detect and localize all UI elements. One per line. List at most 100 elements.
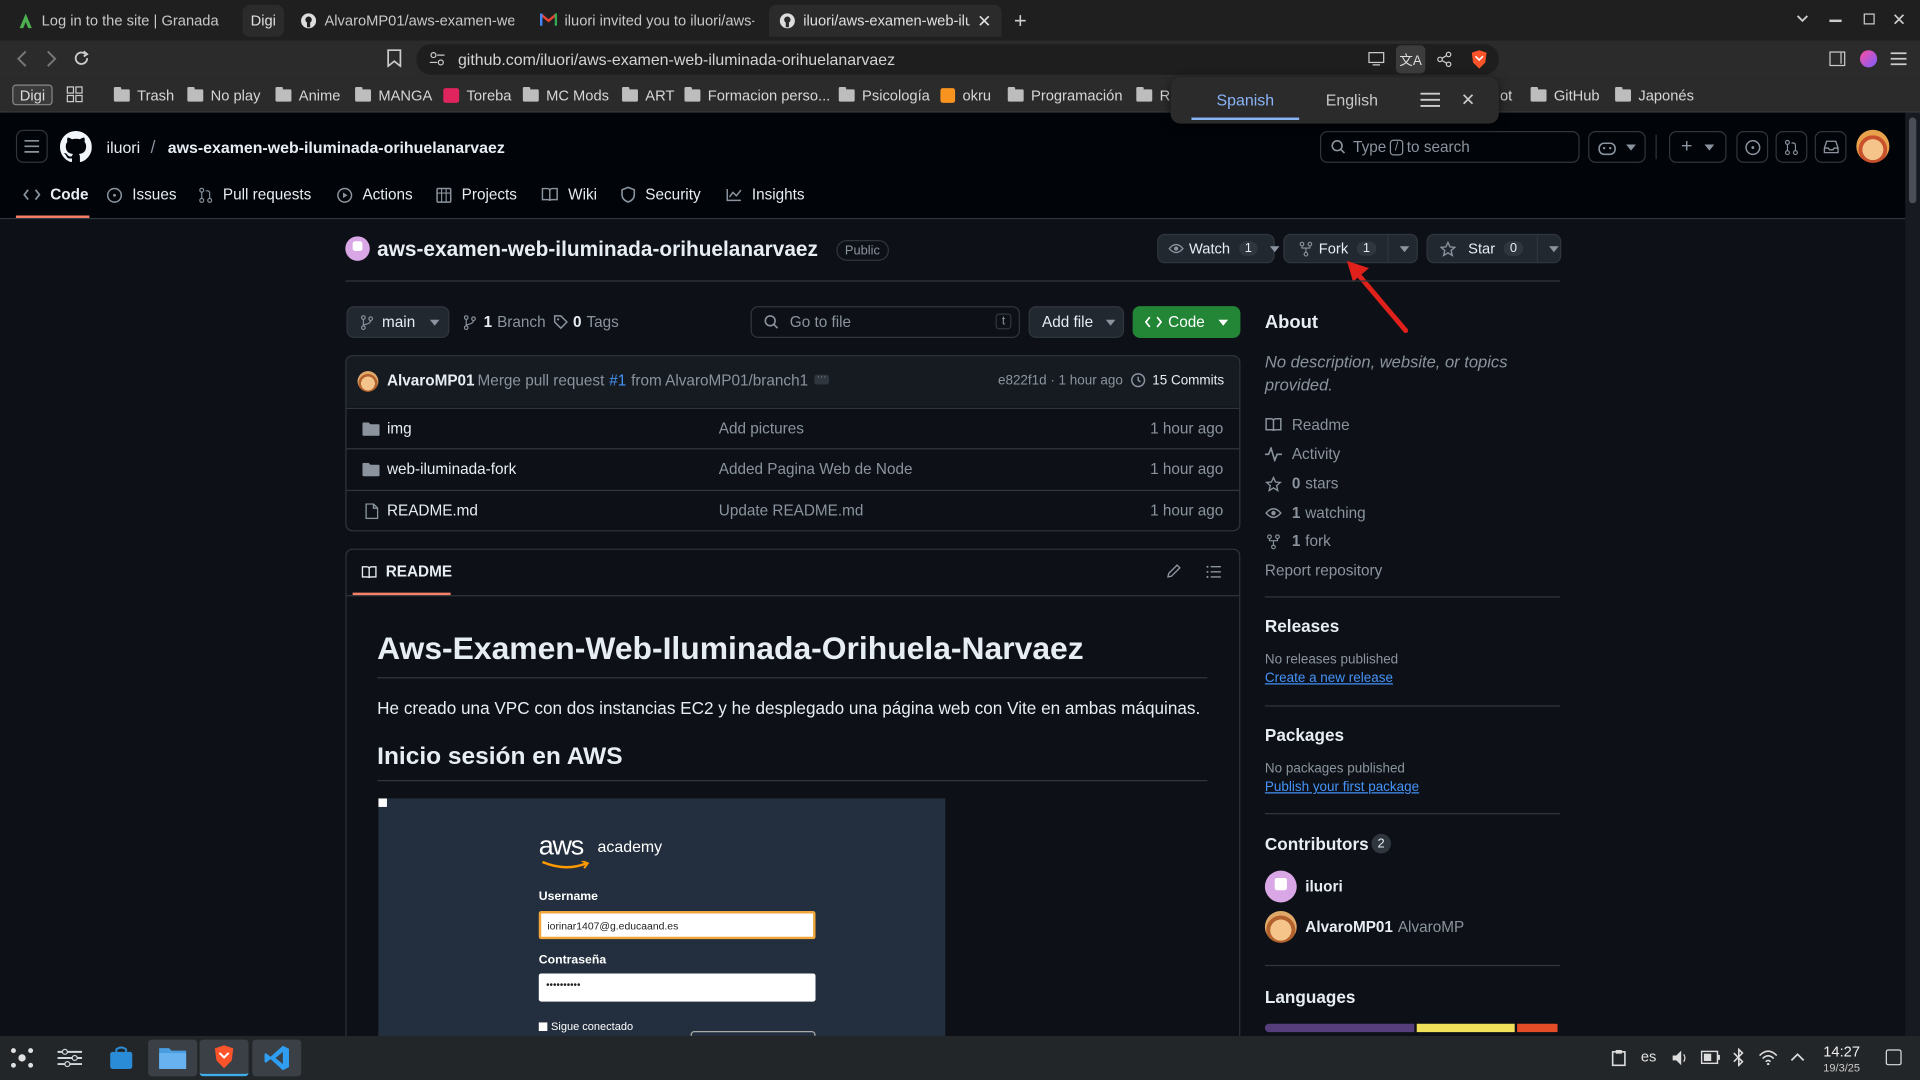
create-release-link[interactable]: Create a new release — [1265, 671, 1393, 686]
file-name[interactable]: img — [387, 420, 412, 437]
bookmark-folder[interactable]: ot — [1500, 84, 1512, 106]
file-name[interactable]: web-iluminada-fork — [387, 460, 516, 477]
browser-tab[interactable]: Log in to the site | Granada — [12, 5, 232, 37]
file-commit-message[interactable]: Added Pagina Web de Node — [719, 460, 913, 477]
list-unordered-icon[interactable] — [1206, 564, 1222, 579]
pencil-icon[interactable] — [1166, 563, 1182, 579]
tab-list-icon[interactable] — [1795, 11, 1810, 26]
tags-link[interactable]: 0 Tags — [553, 313, 619, 331]
forks-link[interactable]: 1 fork — [1265, 530, 1331, 552]
back-icon[interactable] — [15, 50, 30, 67]
translate-menu-icon[interactable] — [1420, 92, 1440, 108]
pull-requests-button[interactable] — [1775, 131, 1808, 163]
bookmark-link[interactable]: okru — [940, 84, 991, 106]
clipboard-icon[interactable] — [1611, 1049, 1626, 1067]
browser-tab-group-digi[interactable]: Digi — [242, 4, 285, 37]
scrollbar-thumb[interactable] — [1908, 117, 1917, 204]
breadcrumb-owner[interactable]: iluori — [107, 138, 141, 156]
share-icon[interactable] — [1436, 51, 1452, 68]
breadcrumb-repo[interactable]: aws-examen-web-iluminada-orihuelanarvaez — [168, 138, 505, 156]
activity-link[interactable]: Activity — [1264, 443, 1340, 465]
translate-icon[interactable]: 文A — [1395, 45, 1426, 74]
hamburger-menu-icon[interactable] — [15, 129, 48, 163]
browser-tab[interactable]: AlvaroMP01/aws-examen-web- — [300, 5, 514, 37]
bookmark-group-digi[interactable]: Digi — [12, 84, 53, 106]
bookmark-folder[interactable]: Anime — [275, 84, 340, 106]
clock-date[interactable]: 19/3/25 — [1816, 1062, 1867, 1074]
bookmark-folder[interactable]: Psicología — [838, 84, 930, 106]
maximize-icon[interactable] — [1863, 13, 1875, 25]
search-input[interactable]: Type / to search — [1320, 131, 1580, 163]
system-settings-icon[interactable] — [45, 1040, 94, 1077]
commit-message[interactable]: Merge pull request #1 from AlvaroMP01/br… — [478, 372, 809, 389]
file-commit-message[interactable]: Add pictures — [719, 420, 804, 437]
file-row[interactable]: img Add pictures 1 hour ago — [346, 407, 1240, 448]
readme-link[interactable]: Readme — [1265, 414, 1350, 436]
file-row[interactable]: web-iluminada-fork Added Pagina Web de N… — [346, 448, 1240, 488]
owner-avatar[interactable] — [345, 236, 370, 261]
show-hidden-icons-icon[interactable] — [1790, 1052, 1805, 1062]
create-new-button[interactable]: + — [1668, 131, 1727, 163]
vscode-icon[interactable] — [252, 1039, 302, 1077]
close-tab-icon[interactable]: ✕ — [977, 10, 991, 31]
commit-author-avatar[interactable] — [357, 371, 379, 392]
tab-security[interactable]: Security — [621, 185, 701, 205]
commit-hash[interactable]: e822f1d — [998, 373, 1047, 388]
tab-projects[interactable]: Projects — [436, 185, 517, 205]
bookmark-folder[interactable]: Japonés — [1615, 84, 1694, 106]
readme-screenshot[interactable]: aws academy Username iorinar1407@g.educa… — [378, 798, 946, 1044]
clock-time[interactable]: 14:27 — [1816, 1043, 1867, 1060]
commit-author[interactable]: AlvaroMP01 — [387, 372, 475, 389]
new-tab-icon[interactable]: + — [1014, 9, 1027, 35]
bookmark-link[interactable]: Toreba — [443, 84, 511, 106]
page-scrollbar[interactable] — [1905, 112, 1920, 1036]
show-desktop-icon[interactable] — [1885, 1049, 1902, 1066]
repo-title[interactable]: aws-examen-web-iluminada-orihuelanarvaez — [377, 238, 818, 262]
github-logo-icon[interactable] — [60, 131, 92, 163]
packages-title[interactable]: Packages — [1265, 725, 1344, 745]
sidebar-toggle-icon[interactable] — [1829, 51, 1846, 67]
minimize-icon[interactable] — [1829, 19, 1842, 22]
bookmark-folder[interactable]: No play — [187, 84, 260, 106]
app-launcher-icon[interactable] — [10, 1046, 34, 1070]
bookmark-folder[interactable]: Programación — [1007, 84, 1122, 106]
issues-button[interactable] — [1736, 131, 1769, 163]
tab-pull-requests[interactable]: Pull requests — [198, 185, 311, 205]
go-to-file-input[interactable]: Go to file t — [750, 306, 1020, 338]
wifi-icon[interactable] — [1758, 1049, 1778, 1066]
browser-tab-active[interactable]: iluori/aws-examen-web-ilu ✕ — [768, 4, 1002, 37]
publish-package-link[interactable]: Publish your first package — [1265, 780, 1419, 795]
code-button[interactable]: Code — [1132, 306, 1241, 338]
commits-history-link[interactable]: 15 Commits — [1130, 372, 1224, 388]
inbox-button[interactable] — [1814, 131, 1847, 163]
contributors-title[interactable]: Contributors — [1265, 834, 1369, 854]
chevron-down-icon[interactable] — [1399, 245, 1410, 252]
site-settings-icon[interactable] — [429, 51, 446, 66]
releases-title[interactable]: Releases — [1265, 616, 1339, 636]
tab-issues[interactable]: Issues — [106, 185, 176, 205]
readme-tab[interactable]: README — [361, 563, 452, 580]
chevron-down-icon[interactable] — [1548, 245, 1559, 252]
brave-shields-icon[interactable] — [1469, 49, 1489, 70]
contributor-login[interactable]: iluori — [1305, 878, 1342, 895]
copilot-button[interactable] — [1588, 131, 1646, 163]
avatar[interactable] — [1856, 129, 1890, 163]
volume-icon[interactable] — [1671, 1049, 1688, 1066]
bookmark-folder[interactable]: GitHub — [1530, 84, 1600, 106]
bookmark-folder[interactable]: MC Mods — [522, 84, 609, 106]
brave-rewards-icon[interactable] — [1860, 50, 1878, 68]
file-manager-icon[interactable] — [148, 1039, 198, 1077]
stars-link[interactable]: 0 stars — [1265, 473, 1338, 495]
discover-store-icon[interactable] — [97, 1040, 146, 1077]
file-name[interactable]: README.md — [387, 502, 478, 519]
translate-source-lang[interactable]: Spanish — [1191, 91, 1300, 120]
translate-target-lang[interactable]: English — [1305, 91, 1398, 120]
file-row[interactable]: README.md Update README.md 1 hour ago — [346, 489, 1240, 530]
bookmark-folder[interactable]: ART — [622, 84, 674, 106]
watching-link[interactable]: 1 watching — [1265, 502, 1366, 524]
forward-icon[interactable] — [44, 50, 59, 67]
brave-browser-icon[interactable] — [199, 1039, 249, 1077]
watch-button[interactable]: Watch 1 — [1157, 233, 1281, 264]
battery-icon[interactable] — [1700, 1050, 1721, 1065]
bookmark-folder[interactable]: Formacion perso... — [684, 84, 830, 106]
